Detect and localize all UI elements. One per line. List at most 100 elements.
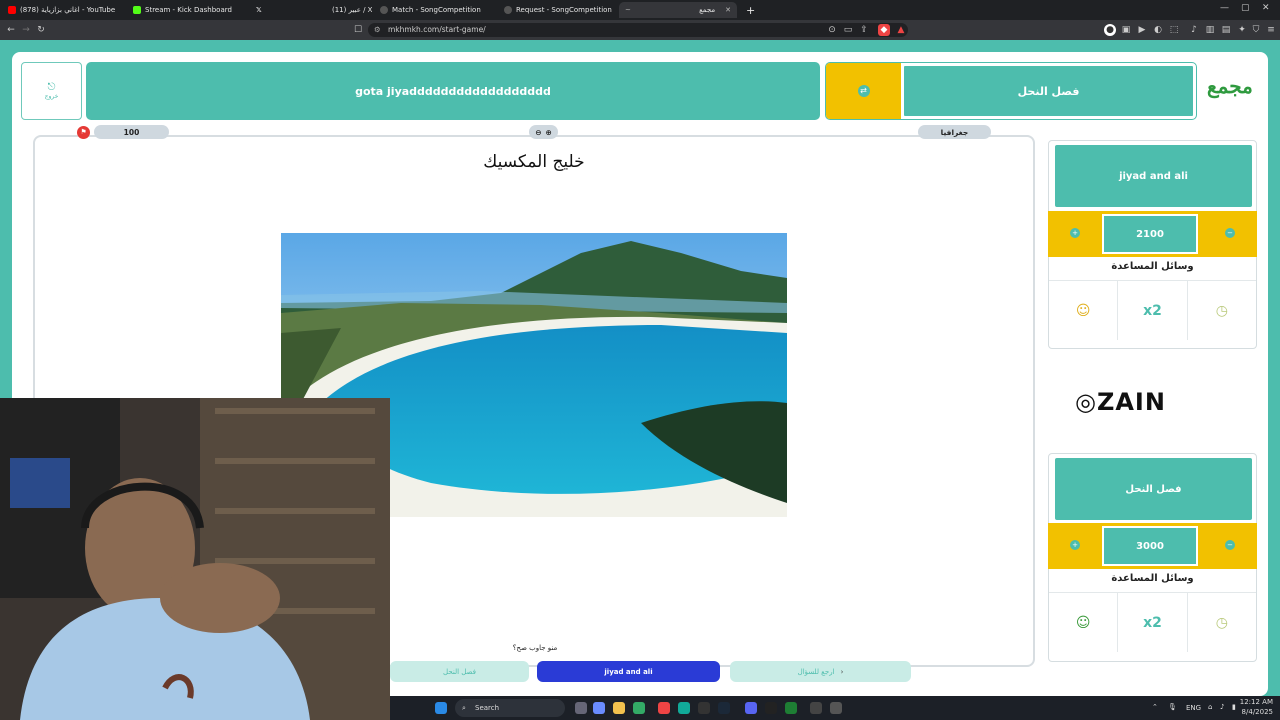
copilot-icon[interactable]	[593, 702, 605, 714]
tab-kick[interactable]: Stream - Kick Dashboard	[127, 2, 247, 18]
extension-icon[interactable]: ◐	[1152, 24, 1164, 36]
timer-icon[interactable]: ◷	[1188, 281, 1256, 340]
minimize-icon[interactable]: —	[1220, 3, 1229, 13]
windows-taskbar: ⌕ Search ⌃ 🎙 ENG ⌂ ♪ ▮ 12:12 AM 8/4/2025	[390, 696, 1280, 720]
profile-icon[interactable]: ●	[1104, 24, 1116, 36]
answer-prompt: منو جاوب صح؟	[512, 644, 558, 652]
plus-icon: +	[746, 3, 756, 17]
minus-icon[interactable]: −	[1225, 228, 1235, 238]
team2-answer-button[interactable]: فصل النحل	[390, 661, 529, 682]
tab-x-profile[interactable]: (11) عبير / X	[326, 2, 372, 18]
site-logo[interactable]: مجمع	[1207, 74, 1253, 98]
obs-icon[interactable]	[698, 702, 710, 714]
discord-icon[interactable]	[745, 702, 757, 714]
edge-icon[interactable]	[678, 702, 690, 714]
rewards-icon[interactable]: ▲	[895, 24, 907, 36]
team1-help-tools: ☺ x2 ◷	[1049, 280, 1256, 340]
x-logo-icon: 𝕏	[256, 6, 262, 14]
sidebar-icon[interactable]: ▥	[1204, 24, 1216, 36]
score-value: 2100	[1136, 228, 1164, 240]
reload-icon[interactable]: ↻	[35, 24, 47, 36]
extension-icon[interactable]: ▣	[1120, 24, 1132, 36]
new-tab-button[interactable]: +	[740, 2, 756, 18]
close-tab-icon[interactable]: ✕	[725, 6, 731, 14]
start-icon[interactable]	[435, 702, 447, 714]
share-icon[interactable]: ⇪	[858, 24, 870, 36]
exit-button[interactable]: ⎋ خروج	[21, 62, 82, 120]
back-icon[interactable]: ←	[5, 24, 17, 36]
extension-icon[interactable]: ⬚	[1168, 24, 1180, 36]
tab-title: Match - SongCompetition	[392, 6, 481, 14]
vpn-icon[interactable]: ⛉	[1250, 24, 1262, 36]
excel-icon[interactable]	[785, 702, 797, 714]
close-window-icon[interactable]: ✕	[1262, 3, 1270, 13]
app-icon[interactable]	[810, 702, 822, 714]
zoom-in-icon[interactable]: ⊕	[546, 128, 552, 137]
reader-icon[interactable]: ▤	[1220, 24, 1232, 36]
site-icon: ~	[625, 6, 631, 14]
question-title: خليج المكسيك	[483, 152, 585, 172]
swap-icon: ⇄	[857, 85, 870, 97]
button-label: فصل النحل	[443, 667, 476, 676]
extension-icon[interactable]: ▶	[1136, 24, 1148, 36]
maximize-icon[interactable]: ▢	[1241, 3, 1250, 13]
brave-icon[interactable]	[658, 702, 670, 714]
category-badge: جغرافيا	[918, 125, 991, 139]
plus-icon[interactable]: +	[1070, 228, 1080, 238]
call-friend-icon[interactable]: ☺	[1049, 281, 1119, 340]
game-title-bar: gota jiyadddddddddddddddddd	[86, 62, 820, 120]
sponsor-logo: ◎ZAIN	[1075, 388, 1166, 416]
steam-icon[interactable]	[718, 702, 730, 714]
report-flag-icon[interactable]: ⚑	[77, 126, 90, 139]
cast-icon[interactable]: ▭	[842, 24, 854, 36]
zoom-out-icon[interactable]: ⊖	[535, 128, 541, 137]
app-icon[interactable]	[830, 702, 842, 714]
mic-icon[interactable]: 🎙	[1168, 703, 1177, 711]
turn-indicator[interactable]: ⇄	[826, 63, 901, 119]
media-icon[interactable]: ♪	[1188, 24, 1200, 36]
bookmark-icon[interactable]: ☐	[352, 24, 364, 36]
file-explorer-icon[interactable]	[613, 702, 625, 714]
tab-title: مجمع	[699, 6, 716, 14]
team2-help-tools: ☺ x2 ◷	[1049, 592, 1256, 652]
app-icon[interactable]	[765, 702, 777, 714]
site-icon	[380, 6, 388, 14]
category-text: جغرافيا	[940, 127, 969, 137]
call-friend-icon[interactable]: ☺	[1049, 593, 1119, 652]
tab-match[interactable]: Match - SongCompetition	[374, 2, 494, 18]
team1-help-title: وسائل المساعدة	[1111, 261, 1194, 272]
app-icon[interactable]	[633, 702, 645, 714]
leo-icon[interactable]: ✦	[1236, 24, 1248, 36]
extension-icon[interactable]: ⊙	[826, 24, 838, 36]
plus-icon[interactable]: +	[1070, 540, 1080, 550]
back-to-question-button[interactable]: ارجع للسؤال ›	[730, 661, 911, 682]
youtube-icon	[8, 6, 16, 14]
double-points-icon[interactable]: x2	[1118, 593, 1188, 652]
forward-icon[interactable]: →	[20, 24, 32, 36]
taskbar-search[interactable]: ⌕ Search	[455, 699, 565, 717]
team2-name: فصل النحل	[1055, 458, 1252, 520]
browser-tab-bar: (878) اغاني بزازياية - YouTube Stream - …	[0, 0, 1280, 20]
task-view-icon[interactable]	[575, 702, 587, 714]
search-icon: ⌕	[462, 704, 466, 712]
tab-majma[interactable]: ~ مجمع ✕	[619, 2, 737, 18]
clock-time[interactable]: 12:12 AM	[1233, 698, 1273, 706]
team1-answer-button[interactable]: jiyad and ali	[537, 661, 720, 682]
tab-youtube[interactable]: (878) اغاني بزازياية - YouTube	[2, 2, 124, 18]
webcam-overlay	[0, 398, 390, 720]
team1-score-row: + 2100 −	[1048, 211, 1257, 257]
team2-score-row: + 3000 −	[1048, 523, 1257, 569]
clock-date[interactable]: 8/4/2025	[1233, 708, 1273, 716]
site-info-icon[interactable]: ⚙	[374, 23, 381, 37]
double-points-icon[interactable]: x2	[1118, 281, 1188, 340]
brave-shield-icon[interactable]: ◆	[878, 24, 890, 36]
tab-request[interactable]: Request - SongCompetition	[498, 2, 618, 18]
team-name-text: jiyad and ali	[1119, 170, 1188, 182]
volume-icon[interactable]: ♪	[1220, 703, 1224, 711]
tray-chevron-icon[interactable]: ⌃	[1152, 703, 1158, 711]
wifi-icon[interactable]: ⌂	[1208, 703, 1212, 711]
minus-icon[interactable]: −	[1225, 540, 1235, 550]
menu-icon[interactable]: ≡	[1265, 24, 1277, 36]
language-indicator[interactable]: ENG	[1186, 704, 1201, 712]
timer-icon[interactable]: ◷	[1188, 593, 1256, 652]
